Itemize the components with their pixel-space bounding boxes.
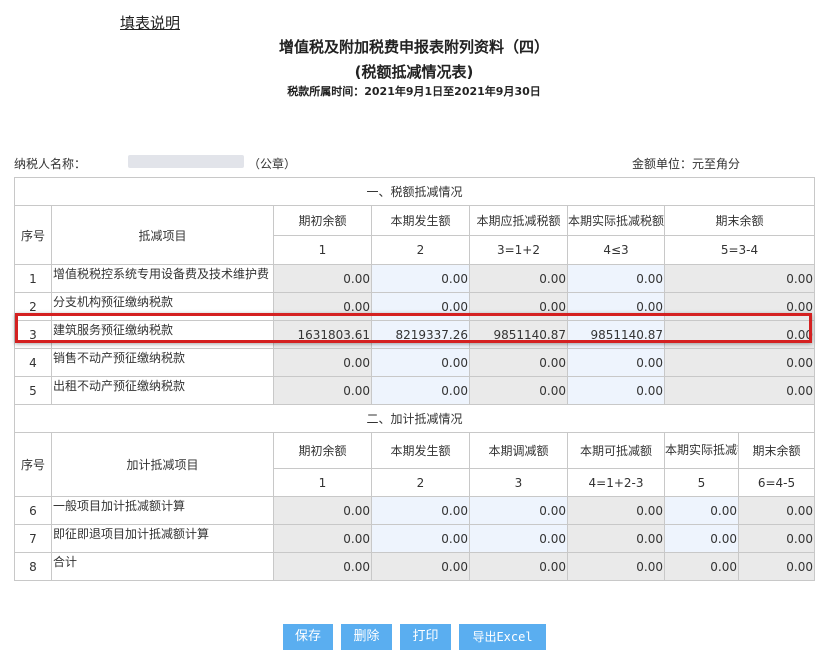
help-link[interactable]: 填表说明	[120, 12, 180, 33]
col-header-actual: 本期实际抵减额	[664, 432, 739, 469]
section1-title: 一、税额抵减情况	[13, 177, 816, 206]
row-seq: 5	[14, 376, 52, 405]
row-seq: 6	[14, 496, 52, 525]
table-row: 5 出租不动产预征缴纳税款 0.00 0.00 0.00 0.00 0.00	[14, 376, 816, 405]
taxpayer-label: 纳税人名称：	[14, 157, 87, 171]
row-item-name: 即征即退项目加计抵减额计算	[51, 524, 274, 553]
current-amount-input[interactable]: 0.00	[371, 496, 470, 525]
delete-button[interactable]: 删除	[341, 624, 392, 650]
col-header-actual: 本期实际抵减税额	[567, 205, 665, 236]
col-header-item: 加计抵减项目	[51, 432, 274, 497]
deductible-cell: 0.00	[469, 348, 568, 377]
col-num: 5	[664, 468, 739, 497]
row-seq: 8	[14, 552, 52, 581]
closing-balance-cell: 0.00	[737, 496, 816, 525]
col-header-adjust: 本期调减额	[469, 432, 568, 469]
adjust-amount-input[interactable]: 0.00	[469, 524, 568, 553]
col-header-closing: 期末余额	[737, 432, 816, 469]
adjust-amount-input[interactable]: 0.00	[469, 496, 568, 525]
deductible-cell: 0.00	[469, 376, 568, 405]
actual-deduction-input[interactable]: 0.00	[664, 496, 739, 525]
actual-deduction-input[interactable]: 0.00	[567, 376, 665, 405]
page-subtitle: (税额抵减情况表)	[354, 63, 474, 81]
section2-title: 二、加计抵减情况	[13, 404, 816, 433]
save-button[interactable]: 保存	[283, 624, 333, 650]
table-row: 1 增值税税控系统专用设备费及技术维护费 0.00 0.00 0.00 0.00…	[14, 264, 816, 293]
actual-deduction-input[interactable]: 0.00	[664, 524, 739, 553]
current-amount-input[interactable]: 0.00	[371, 524, 470, 553]
current-amount-input[interactable]: 0.00	[371, 348, 470, 377]
opening-balance-cell: 0.00	[273, 264, 372, 293]
actual-deduction-input[interactable]: 0.00	[567, 264, 665, 293]
col-header-current: 本期发生额	[371, 432, 470, 469]
opening-balance-cell: 0.00	[273, 524, 372, 553]
adjust-amount-cell: 0.00	[469, 552, 568, 581]
col-header-deductible: 本期应抵减税额	[469, 205, 568, 236]
col-num: 1	[273, 468, 372, 497]
row-3-highlight-box	[15, 313, 812, 343]
amount-unit: 金额单位：元至角分	[632, 157, 741, 171]
deductible-cell: 0.00	[567, 496, 665, 525]
col-num: 3	[469, 468, 568, 497]
print-button[interactable]: 打印	[400, 624, 451, 650]
actual-deduction-input[interactable]: 0.00	[567, 348, 665, 377]
row-item-name: 销售不动产预征缴纳税款	[51, 348, 274, 377]
col-header-opening: 期初余额	[273, 205, 372, 236]
deductible-cell: 0.00	[567, 552, 665, 581]
table-row: 7 即征即退项目加计抵减额计算 0.00 0.00 0.00 0.00 0.00…	[14, 524, 816, 553]
taxpayer-name-redacted	[128, 155, 244, 168]
closing-balance-cell: 0.00	[663, 376, 816, 405]
col-num: 1	[273, 235, 372, 265]
col-header-seq: 序号	[14, 432, 52, 497]
col-header-opening: 期初余额	[273, 432, 372, 469]
current-amount-input[interactable]: 0.00	[371, 264, 470, 293]
opening-balance-cell: 0.00	[273, 496, 372, 525]
page-title: 增值税及附加税费申报表附列资料（四）	[278, 38, 549, 56]
col-header-current: 本期发生额	[371, 205, 470, 236]
deductible-cell: 0.00	[567, 524, 665, 553]
table-row: 6 一般项目加计抵减额计算 0.00 0.00 0.00 0.00 0.00 0…	[14, 496, 816, 525]
row-seq: 7	[14, 524, 52, 553]
col-num: 2	[371, 235, 470, 265]
current-amount-input[interactable]: 0.00	[371, 376, 470, 405]
row-item-name: 增值税税控系统专用设备费及技术维护费	[51, 264, 274, 293]
row-item-name: 合计	[51, 552, 274, 581]
deduction-table: 一、税额抵减情况 序号 抵减项目 期初余额 本期发生额 本期应抵减税额 本期实际…	[13, 177, 816, 581]
col-header-item: 抵减项目	[51, 205, 274, 265]
opening-balance-cell: 0.00	[273, 348, 372, 377]
col-num: 5=3-4	[663, 235, 816, 265]
col-header-seq: 序号	[14, 205, 52, 265]
table-row: 8 合计 0.00 0.00 0.00 0.00 0.00 0.00	[14, 552, 816, 581]
col-num: 6=4-5	[737, 468, 816, 497]
col-header-deductible: 本期可抵减额	[567, 432, 665, 469]
opening-balance-cell: 0.00	[273, 552, 372, 581]
col-header-closing: 期末余额	[663, 205, 816, 236]
col-num: 3=1+2	[469, 235, 568, 265]
actual-deduction-cell: 0.00	[664, 552, 739, 581]
table-row: 4 销售不动产预征缴纳税款 0.00 0.00 0.00 0.00 0.00	[14, 348, 816, 377]
tax-period: 税款所属时间：2021年9月1日至2021年9月30日	[287, 85, 541, 98]
closing-balance-cell: 0.00	[663, 264, 816, 293]
col-num: 4=1+2-3	[567, 468, 665, 497]
row-seq: 4	[14, 348, 52, 377]
col-num: 2	[371, 468, 470, 497]
closing-balance-cell: 0.00	[737, 524, 816, 553]
row-seq: 1	[14, 264, 52, 293]
opening-balance-cell: 0.00	[273, 376, 372, 405]
col-num: 4≤3	[567, 235, 665, 265]
closing-balance-cell: 0.00	[737, 552, 816, 581]
seal-label: （公章）	[248, 157, 297, 171]
row-item-name: 出租不动产预征缴纳税款	[51, 376, 274, 405]
current-amount-cell: 0.00	[371, 552, 470, 581]
closing-balance-cell: 0.00	[663, 348, 816, 377]
row-item-name: 一般项目加计抵减额计算	[51, 496, 274, 525]
export-excel-button[interactable]: 导出Excel	[459, 624, 546, 650]
deductible-cell: 0.00	[469, 264, 568, 293]
